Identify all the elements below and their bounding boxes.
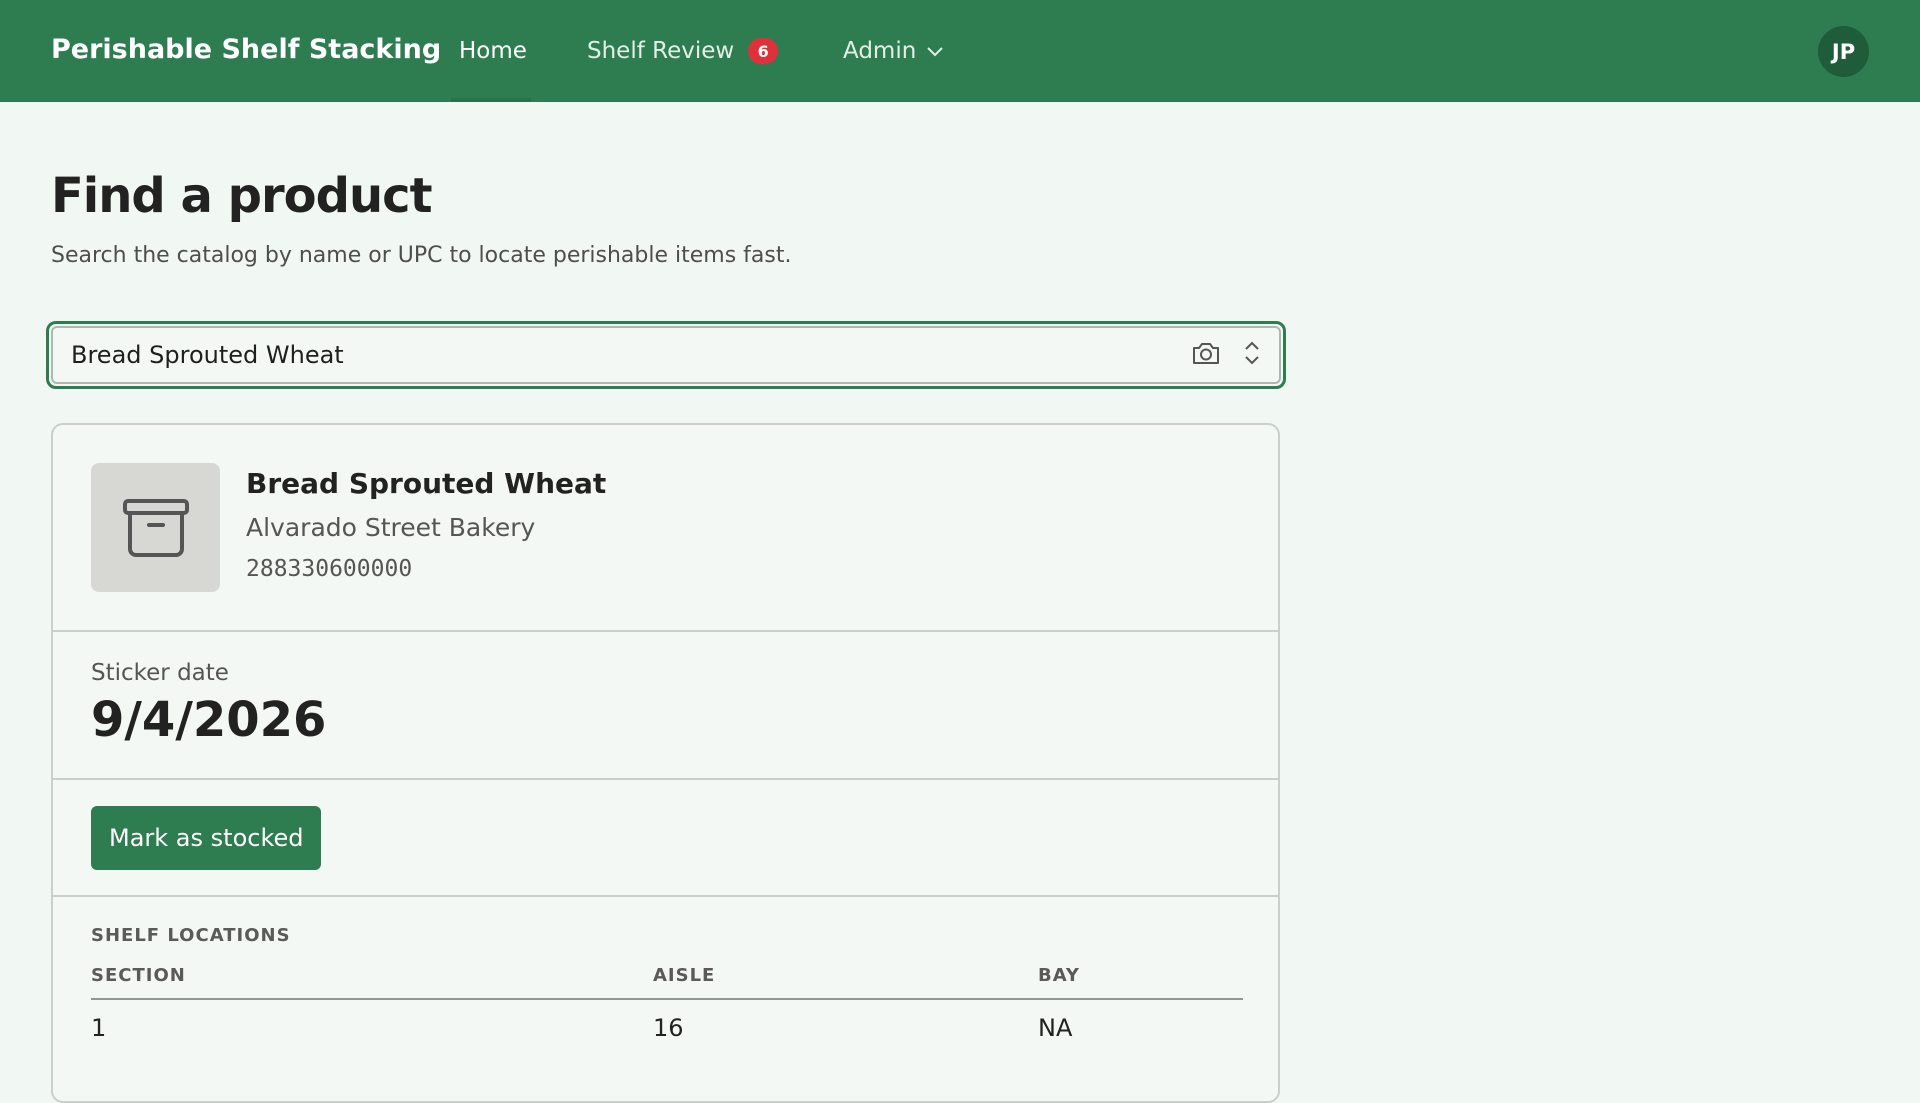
nav-shelf-review[interactable]: Shelf Review 6: [587, 38, 779, 64]
column-header-bay: BAY: [1038, 959, 1243, 1000]
table-row: 1 16 NA: [91, 999, 1243, 1054]
archive-box-icon: [122, 498, 189, 557]
product-thumbnail: [91, 463, 220, 592]
shelf-locations-section: SHELF LOCATIONS SECTION AISLE BAY 1 16 N…: [53, 897, 1278, 1101]
nav-admin-dropdown[interactable]: Admin: [843, 38, 944, 64]
page-title: Find a product: [51, 168, 433, 224]
camera-icon[interactable]: [1191, 340, 1221, 370]
mark-as-stocked-button[interactable]: Mark as stocked: [91, 806, 322, 870]
top-nav-bar: Perishable Shelf Stacking Home Shelf Rev…: [0, 0, 1920, 102]
sticker-date-value: 9/4/2026: [91, 692, 327, 748]
column-header-aisle: AISLE: [653, 959, 1038, 1000]
cell-aisle: 16: [653, 1014, 684, 1042]
sticker-date-label: Sticker date: [91, 660, 229, 686]
product-search-combobox: [46, 321, 1286, 389]
cell-bay: NA: [1038, 1014, 1073, 1042]
app-brand[interactable]: Perishable Shelf Stacking: [51, 34, 441, 65]
chevron-up-down-icon[interactable]: [1243, 339, 1261, 371]
table-header-row: SECTION AISLE BAY: [91, 959, 1243, 1000]
stock-action-section: Mark as stocked: [53, 780, 1278, 897]
user-avatar[interactable]: JP: [1818, 26, 1869, 77]
column-header-section: SECTION: [91, 959, 653, 1000]
nav-home-active-indicator: [451, 98, 531, 102]
search-actions: [1191, 339, 1261, 371]
nav-shelf-review-label: Shelf Review: [587, 38, 735, 64]
product-summary: Bread Sprouted Wheat Alvarado Street Bak…: [53, 425, 1278, 632]
nav-home[interactable]: Home: [459, 38, 527, 64]
shelf-locations-table: SECTION AISLE BAY 1 16 NA: [91, 959, 1243, 1054]
product-name: Bread Sprouted Wheat: [246, 467, 607, 500]
product-search-input[interactable]: [71, 341, 1191, 369]
shelf-review-count-badge: 6: [748, 38, 779, 64]
page-subtitle: Search the catalog by name or UPC to loc…: [51, 243, 792, 268]
product-upc: 288330600000: [246, 556, 413, 582]
product-brand: Alvarado Street Bakery: [246, 513, 536, 542]
product-detail-card: Bread Sprouted Wheat Alvarado Street Bak…: [51, 423, 1280, 1103]
shelf-locations-heading: SHELF LOCATIONS: [91, 925, 291, 946]
product-search-field: [51, 326, 1281, 384]
sticker-date-section: Sticker date 9/4/2026: [53, 632, 1278, 780]
chevron-down-icon: [927, 47, 944, 57]
nav-admin-label: Admin: [843, 38, 917, 64]
cell-section: 1: [91, 1014, 107, 1042]
nav-home-label: Home: [459, 38, 527, 64]
